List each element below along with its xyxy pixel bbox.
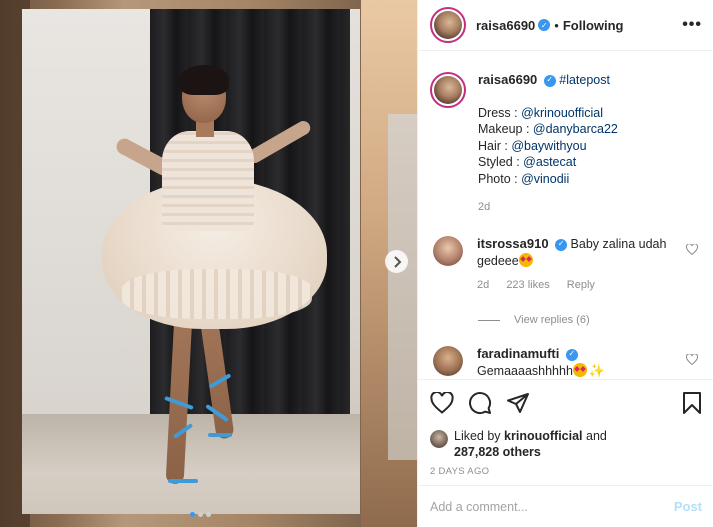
caption-username[interactable]: raisa6690 — [478, 72, 537, 87]
comment-reply-button[interactable]: Reply — [567, 279, 595, 291]
following-button[interactable]: Following — [563, 18, 624, 33]
share-icon[interactable] — [506, 391, 530, 415]
verified-icon: ✓ — [538, 19, 551, 31]
action-icons — [430, 390, 702, 416]
caption-time: 2d — [478, 201, 491, 213]
mention-link[interactable]: @danybarca22 — [533, 122, 618, 136]
caption-credits: Dress : @krinouofficial Makeup : @danyba… — [478, 105, 618, 188]
post-media — [0, 0, 417, 527]
caption-line: Makeup : @danybarca22 — [478, 122, 618, 136]
post-comment-button[interactable]: Post — [674, 499, 702, 514]
liker-avatar[interactable] — [430, 430, 448, 448]
replies-divider — [478, 319, 500, 321]
photo-floor — [22, 414, 360, 514]
liked-by-and: and — [582, 429, 607, 443]
liked-by-user[interactable]: krinouofficial — [504, 429, 582, 443]
caption-line: Photo : @vinodii — [478, 171, 570, 186]
carousel-dot — [206, 512, 211, 517]
caption-line: Styled : @astecat — [478, 155, 577, 169]
likes-summary: Liked by krinouofficial and 287,828 othe… — [430, 428, 702, 460]
caption-line: Dress : @krinouofficial — [478, 105, 604, 120]
comment-time: 2d — [477, 279, 490, 291]
post-photo[interactable] — [22, 9, 360, 514]
commenter-username[interactable]: faradinamufti — [477, 346, 559, 361]
liked-by-others[interactable]: 287,828 others — [454, 445, 541, 459]
carousel-next-button[interactable] — [385, 250, 408, 273]
verified-icon: ✓ — [565, 348, 578, 361]
verified-icon: ✓ — [543, 74, 556, 87]
comment-item: itsrossa910 ✓ Baby zalina udah gedeee 2d… — [430, 236, 702, 291]
sparkles-emoji-icon: ✨ — [588, 362, 606, 378]
bookmark-icon[interactable] — [682, 391, 702, 415]
comment-item: faradinamufti ✓ Gemaaaashhhhh ✨ — [430, 346, 702, 379]
mention-link[interactable]: @krinouofficial — [521, 106, 603, 120]
comment-input[interactable] — [430, 499, 674, 514]
header-separator: • — [554, 17, 559, 33]
comment-composer: Post — [418, 485, 713, 527]
comment-heart-icon[interactable] — [686, 354, 698, 365]
view-replies-label[interactable]: View replies (6) — [514, 314, 590, 326]
carousel-dots — [190, 512, 211, 517]
mention-link[interactable]: @baywithyou — [511, 139, 586, 153]
next-photo-peek — [388, 114, 417, 460]
post-side-panel: raisa6690 ✓ • Following ••• raisa6690 ✓ … — [417, 0, 713, 527]
comment-likes[interactable]: 223 likes — [506, 279, 549, 291]
verified-icon: ✓ — [555, 238, 568, 251]
post-date[interactable]: 2 DAYS AGO — [430, 466, 702, 477]
commenter-avatar[interactable] — [433, 236, 463, 266]
caption-hashtag[interactable]: #latepost — [559, 73, 610, 87]
carousel-dot — [198, 512, 203, 517]
post-header: raisa6690 ✓ • Following ••• — [418, 0, 713, 51]
comment-icon[interactable] — [468, 391, 492, 415]
caption-line: Hair : @baywithyou — [478, 138, 587, 153]
chevron-right-icon — [393, 255, 401, 268]
more-icon[interactable]: ••• — [682, 16, 702, 34]
post-actions: Liked by krinouofficial and 287,828 othe… — [418, 379, 713, 477]
author-avatar[interactable] — [430, 7, 466, 43]
heart-eyes-emoji-icon — [572, 362, 587, 377]
commenter-username[interactable]: itsrossa910 — [477, 236, 549, 251]
caption: raisa6690 ✓ #latepost Dress : @krinouoff… — [430, 72, 618, 216]
commenter-avatar[interactable] — [433, 346, 463, 376]
caption-avatar[interactable] — [430, 72, 466, 108]
comment-heart-icon[interactable] — [686, 244, 698, 255]
view-replies[interactable]: View replies (6) — [478, 314, 590, 326]
liked-by-prefix: Liked by — [454, 429, 505, 443]
comments-list[interactable]: raisa6690 ✓ #latepost Dress : @krinouoff… — [418, 52, 713, 379]
heart-eyes-emoji-icon — [518, 252, 533, 267]
carousel-dot — [190, 512, 195, 517]
mention-link[interactable]: @vinodii — [521, 172, 569, 186]
author-username[interactable]: raisa6690 — [476, 18, 535, 33]
heart-icon[interactable] — [430, 392, 454, 414]
comment-text: Gemaaaashhhhh — [477, 363, 573, 378]
mention-link[interactable]: @astecat — [523, 155, 576, 169]
